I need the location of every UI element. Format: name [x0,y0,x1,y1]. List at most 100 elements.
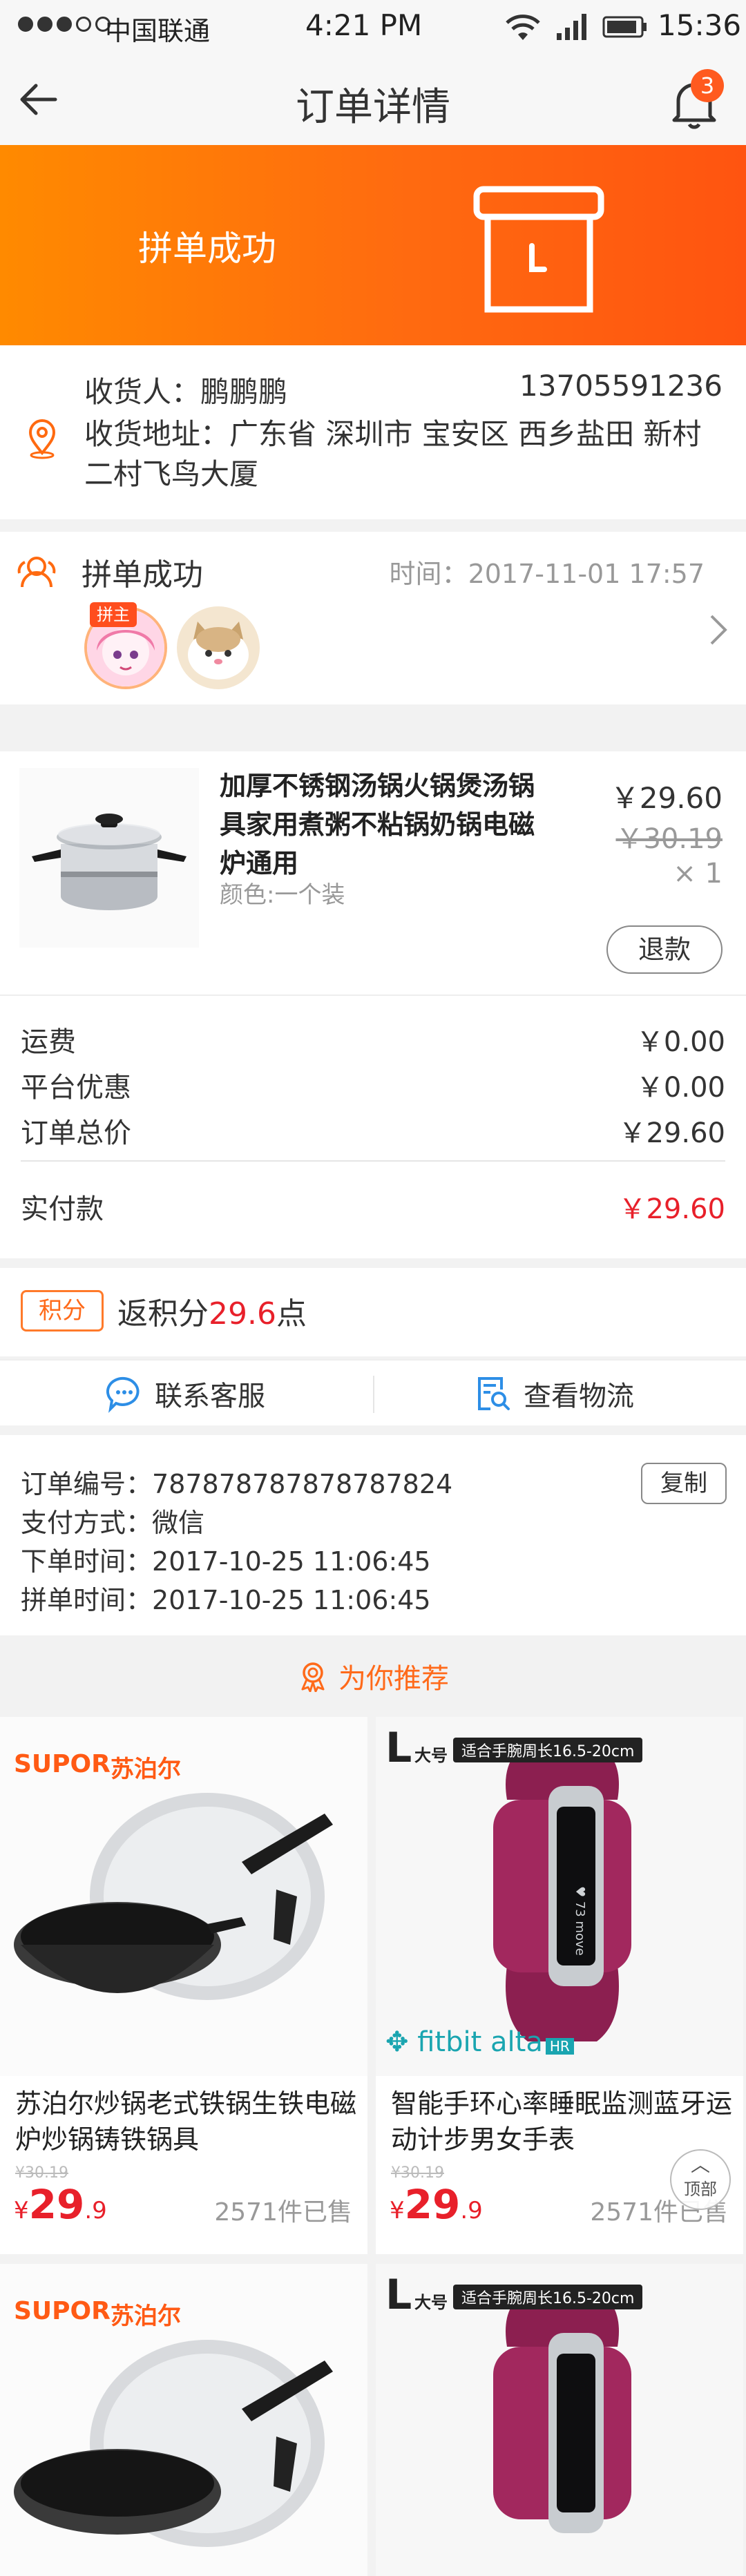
points-reward: 积分 返积分29.6点 [0,1268,746,1356]
recipient: 收货人：鹏鹏鹏 [84,369,287,411]
group-time-row: 拼单时间：2017-10-25 11:06:45 [21,1579,431,1617]
avatar [177,606,260,689]
group-owner-tag: 拼主 [90,602,137,627]
status-banner: 拼单成功 [0,145,746,345]
order-time-value: 2017-10-25 11:06:45 [152,1546,431,1577]
discount-label: 平台优惠 [21,1072,131,1104]
product-card-original-price: ¥30.19 [391,2164,444,2182]
product-spec: 颜色:一个装 [220,881,345,909]
price-integer: 29 [404,2181,461,2228]
chat-bubble-icon [106,1376,140,1413]
award-icon [301,1662,325,1692]
chevron-right-icon [710,615,727,645]
brand-logo-cn: 苏泊尔 [111,2303,181,2330]
product-image [19,768,199,948]
group-time-value: 2017-11-01 17:57 [468,559,705,589]
fee-row-paid: 实付款 ￥29.60 [21,1186,725,1227]
nav-bar: 订单详情 3 [0,54,746,145]
fee-row-total: 订单总价 ￥29.60 [21,1111,725,1151]
product-original-price: ￥30.19 [615,823,723,855]
total-label: 订单总价 [21,1117,131,1149]
status-icons [504,12,648,41]
chevron-up-icon: ︿ [690,2153,710,2176]
product-card-price: ¥29.9 [390,2181,483,2228]
group-buy-card[interactable]: 拼单成功 时间：2017-11-01 17:57 拼主 [0,532,746,704]
contact-service-label: 联系客服 [155,1381,265,1412]
refund-button[interactable]: 退款 [606,925,723,974]
group-time-label: 时间： [389,559,468,589]
points-tag: 积分 [21,1290,104,1332]
size-tag: 适合手腕周长16.5-20cm [453,2285,643,2309]
product-price: ￥29.60 [610,781,723,815]
banner-status-text: 拼单成功 [138,229,276,269]
group-time: 时间：2017-11-01 17:57 [390,552,705,590]
product-card-sold: 2571件已售 [214,2198,352,2227]
status-bar: 中国联通 4:21 PM 15:36 [0,0,746,54]
product-title[interactable]: 加厚不锈钢汤锅火锅煲汤锅具家用煮粥不粘锅奶锅电磁炉通用 [220,767,558,883]
price-decimal: .9 [84,2197,107,2224]
contact-service-button[interactable]: 联系客服 [105,1370,265,1417]
shipping-label: 运费 [21,1026,76,1058]
product-card[interactable]: L 大号 适合手腕周长16.5-20cm [376,2264,743,2576]
fitbit-badge: HR [545,2038,574,2055]
product-card[interactable]: SUPOR 苏泊尔 [0,2264,367,2576]
page-title: 订单详情 [296,85,450,130]
product-card-title[interactable]: 苏泊尔炒锅老式铁锅生铁电磁炉炒锅铸铁锅具 [15,2086,361,2157]
price-decimal: .9 [460,2197,483,2224]
recommend-heading: 为你推荐 [338,1663,449,1695]
product-card-title[interactable]: 智能手环心率睡眠监测蓝牙运动计步男女手表 [391,2086,736,2157]
discount-value: ￥0.00 [635,1072,725,1104]
payment-value: 微信 [152,1508,205,1538]
order-actions: 联系客服 查看物流 [0,1359,746,1425]
brand-logo: ✥ fitbit alta HR [385,2026,574,2058]
product-card-image: ♥ 73 move [376,1717,743,2076]
product-card[interactable]: SUPOR 苏泊尔 苏泊尔炒锅老式铁锅生铁电磁炉炒锅铸铁锅具 ¥30.19 ¥2… [0,1717,367,2254]
order-time: 下单时间：2017-10-25 11:06:45 [21,1540,431,1578]
price-currency: ¥ [390,2197,405,2224]
recipient-label: 收货人： [84,375,201,409]
brand-logo: SUPOR [14,2297,111,2325]
address-label: 收货地址： [84,417,230,451]
view-logistics-button[interactable]: 查看物流 [474,1370,634,1417]
back-to-top-button[interactable]: ︿ 顶部 [670,2149,731,2210]
recommend-header: 为你推荐 [0,1635,746,1717]
divider [373,1376,374,1413]
order-number-value: 787878787878787824 [152,1469,453,1499]
price-integer: 29 [28,2181,85,2228]
size-tag: 适合手腕周长16.5-20cm [453,1738,643,1762]
paid-label: 实付款 [21,1193,104,1225]
points-prefix: 返积分 [117,1296,209,1332]
group-time-row-value: 2017-10-25 11:06:45 [152,1585,431,1615]
order-time-label: 下单时间： [21,1546,153,1577]
size-label: 大号 [414,2293,448,2312]
points-amount: 29.6 [209,1296,276,1332]
points-text: 返积分29.6点 [117,1289,307,1333]
fee-summary: 运费 ￥0.00 平台优惠 ￥0.00 订单总价 ￥29.60 实付款 ￥29.… [0,994,746,1258]
product-card-price: ¥29.9 [14,2181,107,2228]
shipping-value: ￥0.00 [635,1026,725,1058]
status-time-right: 15:36 [658,8,742,42]
fitbit-name: fitbit alta [417,2026,543,2058]
size-label: 大号 [414,1746,448,1765]
points-suffix: 点 [276,1296,307,1332]
product-quantity: × 1 [673,858,723,890]
group-users-icon [17,557,56,588]
package-box-icon [473,186,604,313]
fee-row-shipping: 运费 ￥0.00 [21,1019,725,1059]
brand-logo-cn: 苏泊尔 [111,1756,181,1783]
fitbit-dots-icon: ✥ [385,2026,409,2058]
paid-value: ￥29.60 [618,1193,725,1225]
order-number: 订单编号：787878787878787824 [21,1463,452,1501]
group-status: 拼单成功 [82,557,203,593]
order-info: 订单编号：787878787878787824 复制 支付方式：微信 下单时间：… [0,1435,746,1635]
copy-button[interactable]: 复制 [641,1463,727,1504]
signal-dots-icon [18,17,111,32]
carrier-name: 中国联通 [105,16,211,46]
order-product[interactable]: 加厚不锈钢汤锅火锅煲汤锅具家用煮粥不粘锅奶锅电磁炉通用 颜色:一个装 ￥29.6… [0,751,746,994]
payment-label: 支付方式： [21,1508,153,1538]
view-logistics-label: 查看物流 [524,1381,634,1412]
divider [21,1160,725,1162]
fee-row-discount: 平台优惠 ￥0.00 [21,1065,725,1105]
svg-text:♥ 73 move: ♥ 73 move [573,1886,587,1956]
total-value: ￥29.60 [618,1117,725,1149]
